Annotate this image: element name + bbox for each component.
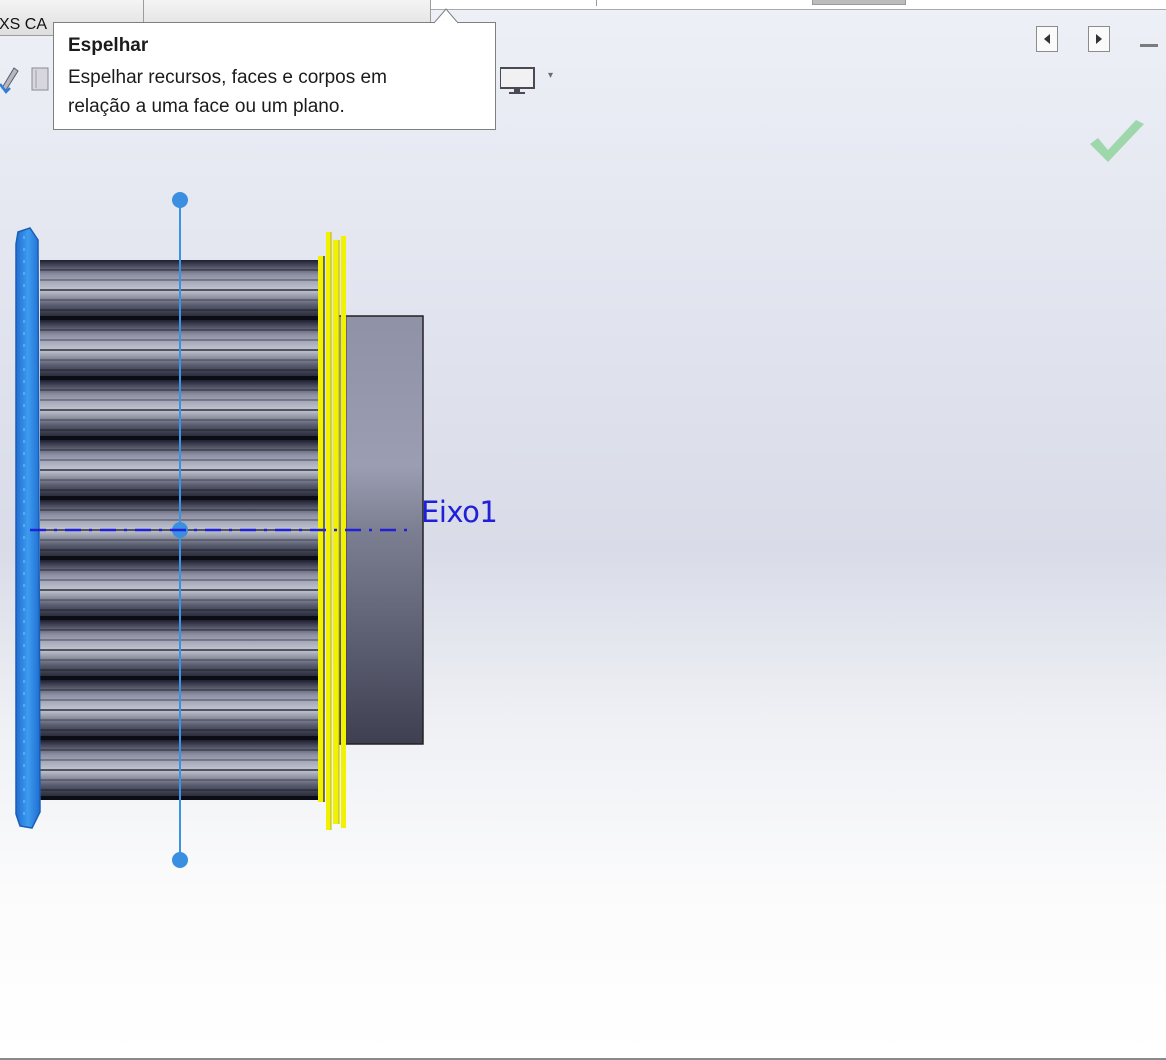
viewport-next-button[interactable] xyxy=(1088,26,1110,52)
tooltip-description-line: Espelhar recursos, faces e corpos em xyxy=(68,67,387,88)
minimize-icon[interactable] xyxy=(1140,44,1158,47)
tooltip-title: Espelhar xyxy=(68,35,149,56)
tooltip-espelhar: Espelhar Espelhar recursos, faces e corp… xyxy=(53,8,496,130)
tooltip-description-line: relação a uma face ou um plano. xyxy=(68,96,345,117)
triangle-right-icon xyxy=(1096,34,1102,44)
graphics-viewport[interactable]: XS CA Eixo1 ▾ Espelhar Espelhar recursos… xyxy=(0,0,1166,1060)
sketch-point-top xyxy=(172,192,188,208)
left-flange xyxy=(15,227,41,829)
confirm-check-icon[interactable] xyxy=(1086,118,1148,168)
section-view-icon[interactable] xyxy=(30,64,52,94)
sketch-tool-icon[interactable] xyxy=(0,62,20,94)
chevron-down-icon[interactable]: ▾ xyxy=(548,70,553,81)
triangle-left-icon xyxy=(1044,34,1050,44)
tooltip-pointer xyxy=(434,8,458,24)
sketch-point-bottom xyxy=(172,852,188,868)
viewport-prev-button[interactable] xyxy=(1036,26,1058,52)
axis-label[interactable]: Eixo1 xyxy=(421,495,498,529)
part-model-view[interactable] xyxy=(0,0,1166,1060)
